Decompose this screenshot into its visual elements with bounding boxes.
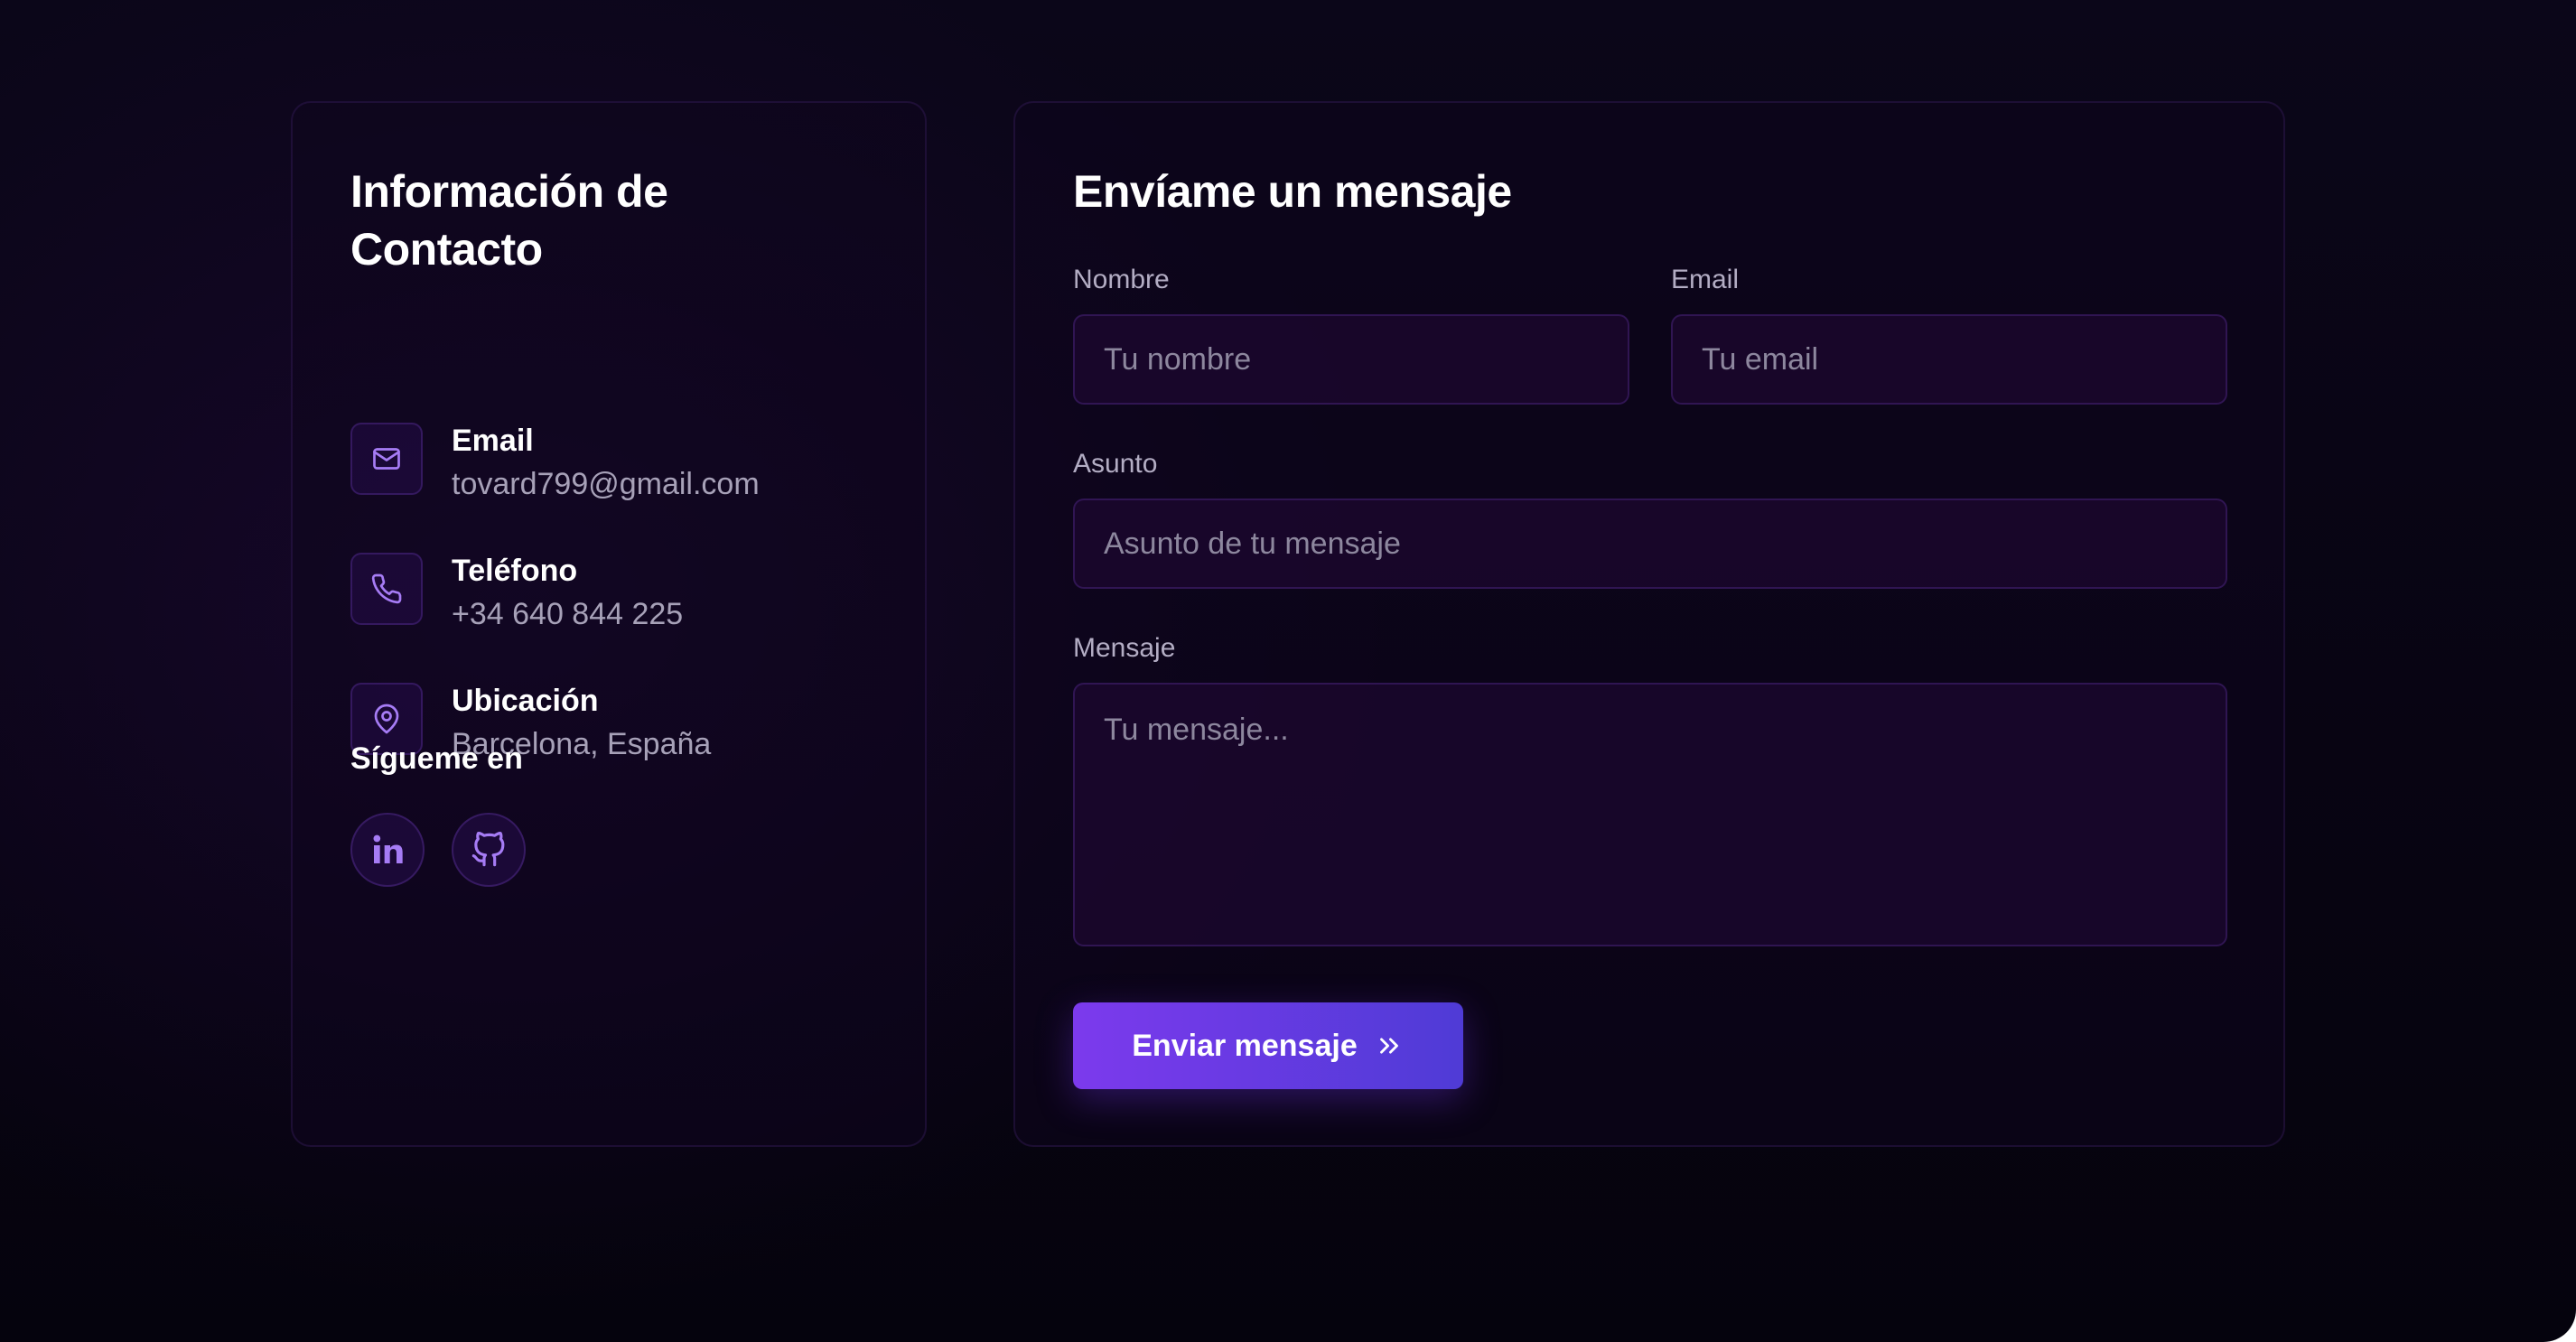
send-message-button[interactable]: Enviar mensaje <box>1073 1002 1463 1089</box>
message-label: Mensaje <box>1073 633 1176 663</box>
contact-item-phone: Teléfono +34 640 844 225 <box>350 551 892 641</box>
name-label: Nombre <box>1073 265 1170 294</box>
follow-title: Sígueme en <box>350 741 523 776</box>
contact-email-label: Email <box>452 424 534 458</box>
message-form-card: Envíame un mensaje Nombre Email Asunto M… <box>1013 101 2285 1147</box>
subject-label: Asunto <box>1073 449 1158 479</box>
contact-email-value: tovard799@gmail.com <box>452 467 760 501</box>
linkedin-icon <box>373 834 403 863</box>
mail-icon <box>350 423 423 495</box>
contact-location-label: Ubicación <box>452 684 599 718</box>
email-label: Email <box>1671 265 1740 294</box>
contact-item-email: Email tovard799@gmail.com <box>350 421 892 511</box>
email-input[interactable] <box>1671 314 2227 405</box>
name-input[interactable] <box>1073 314 1629 405</box>
contact-info-title: Información de Contacto <box>350 166 668 275</box>
github-link[interactable] <box>452 813 526 887</box>
send-message-label: Enviar mensaje <box>1132 1028 1358 1063</box>
form-title: Envíame un mensaje <box>1073 166 1512 217</box>
contact-phone-label: Teléfono <box>452 554 578 588</box>
contact-section: Información de Contacto Email tovard799@… <box>0 0 2576 1342</box>
linkedin-link[interactable] <box>350 813 425 887</box>
chevrons-right-icon <box>1379 1038 1398 1054</box>
contact-phone-value: +34 640 844 225 <box>452 597 684 631</box>
phone-icon <box>350 553 423 625</box>
subject-input[interactable] <box>1073 499 2227 589</box>
github-icon <box>471 832 505 867</box>
message-textarea[interactable] <box>1073 683 2227 946</box>
contact-info-card: Información de Contacto Email tovard799@… <box>291 101 927 1147</box>
